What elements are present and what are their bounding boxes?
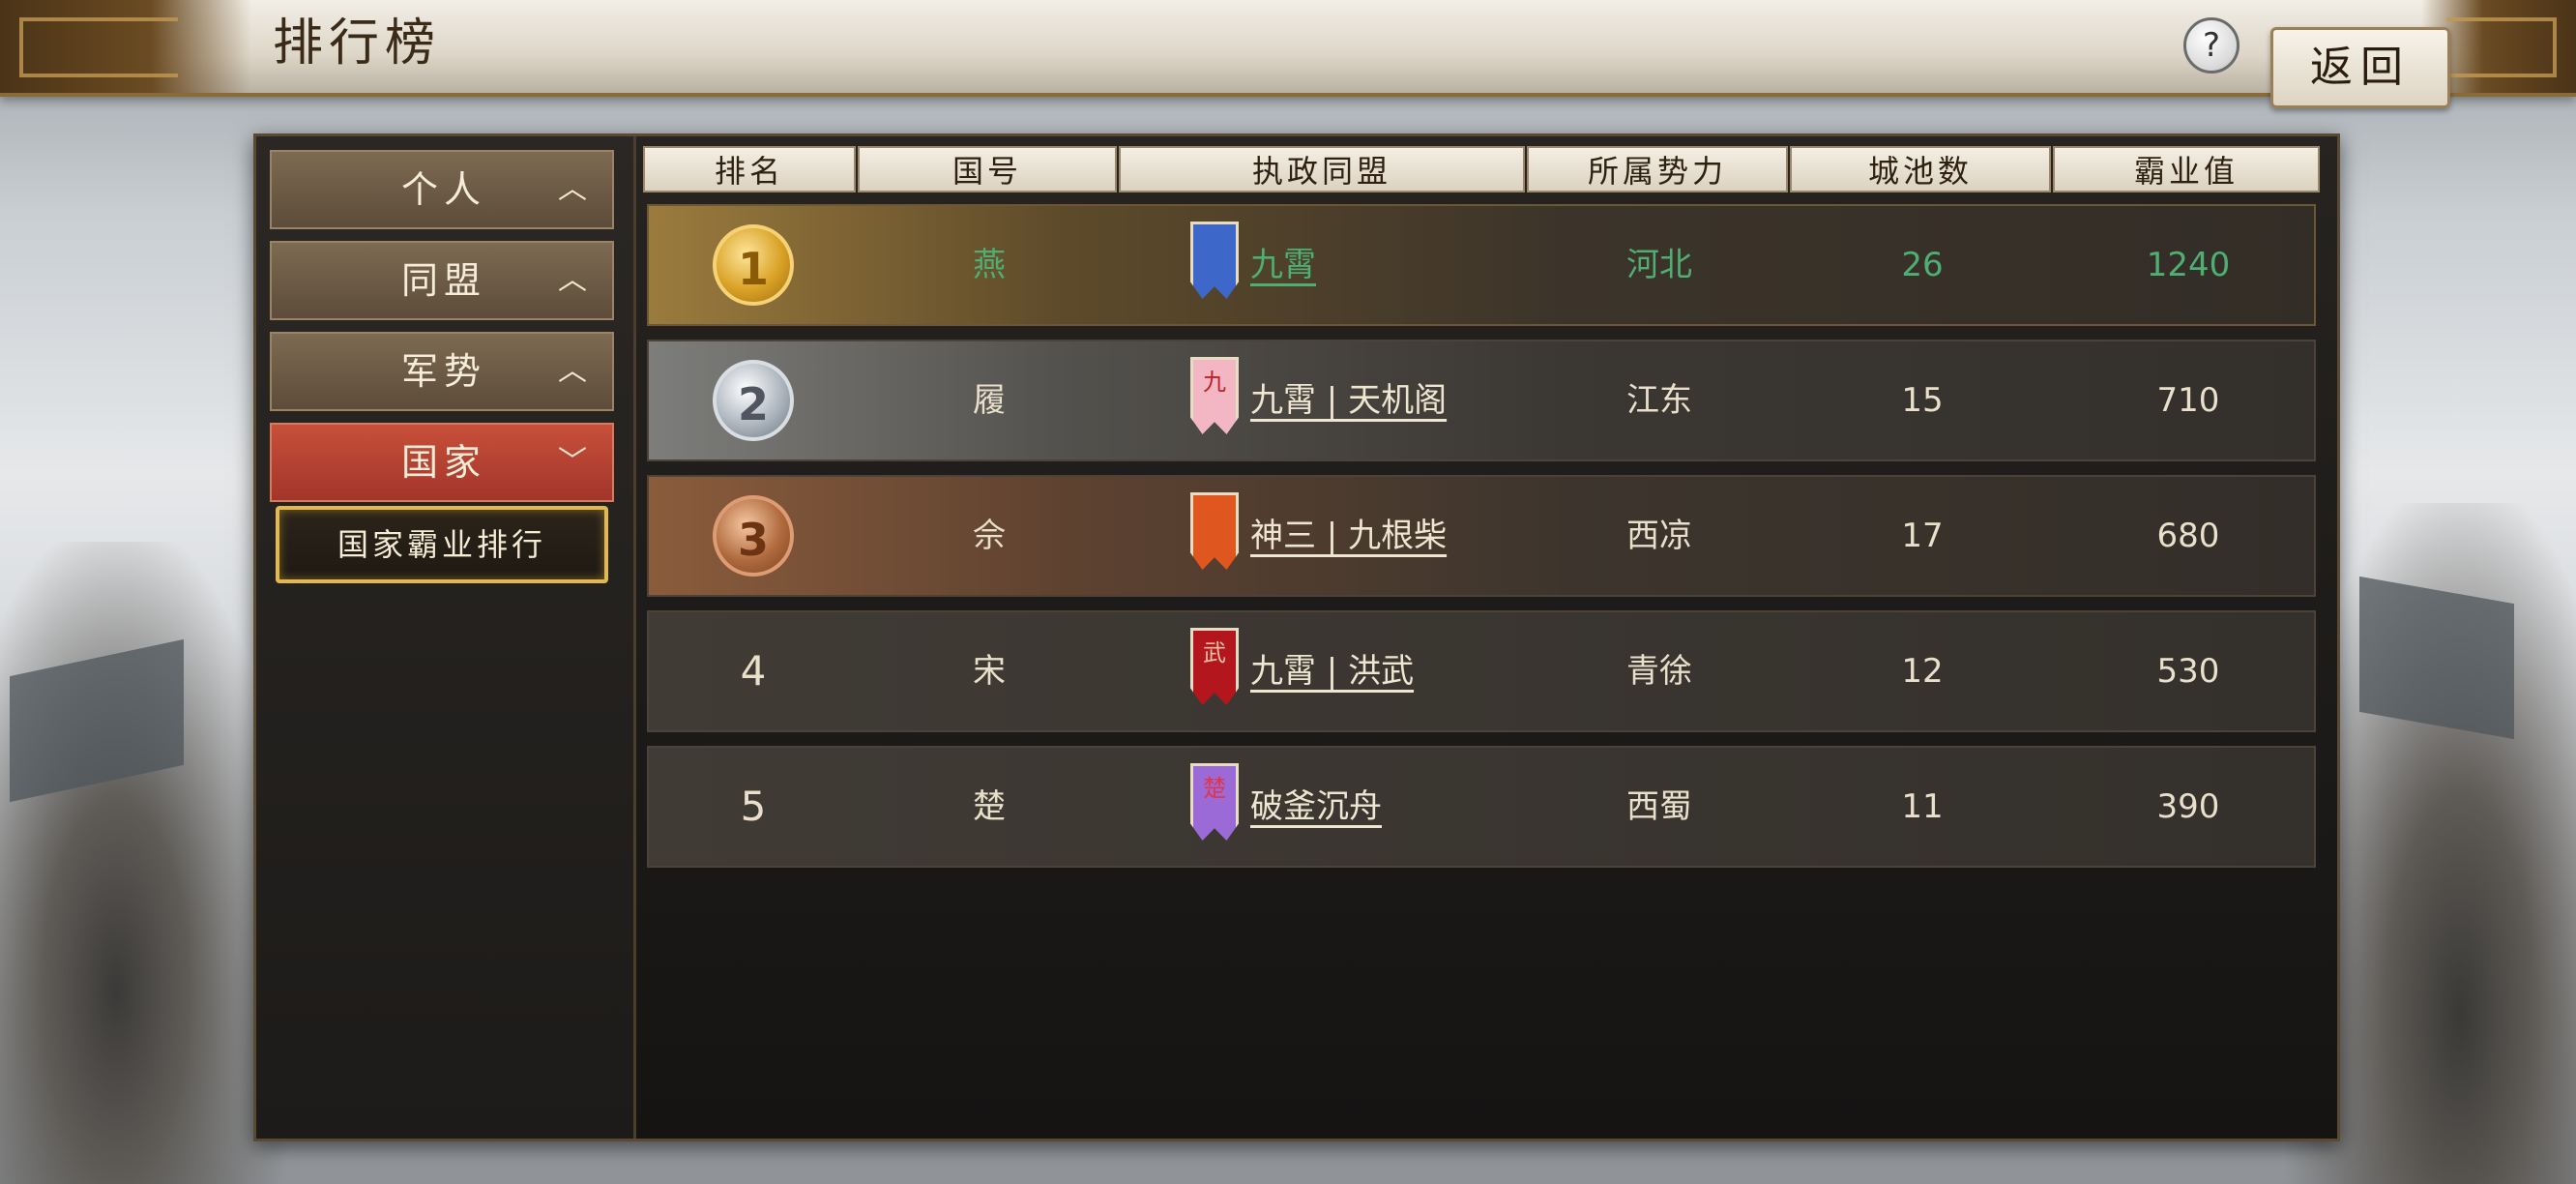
- city-count: 11: [1901, 787, 1944, 826]
- silver-medal-icon: 2: [713, 360, 794, 441]
- country-hegemony-ranking-item[interactable]: 国家霸业排行: [276, 506, 608, 583]
- chevron-up-icon: ︿: [558, 263, 587, 297]
- city-count: 26: [1901, 246, 1944, 284]
- page-title: 排行榜: [273, 15, 442, 73]
- background-warrior-left: [0, 542, 290, 1184]
- table-row[interactable]: 1 燕 九霄 河北 26 1240: [647, 204, 2316, 326]
- hegemony-value: 390: [2156, 787, 2220, 826]
- hegemony-value: 710: [2156, 381, 2220, 420]
- alliance-link[interactable]: 九霄: [1250, 206, 1316, 324]
- column-header-faction: 所属势力: [1527, 146, 1788, 192]
- chevron-up-icon: ︿: [558, 354, 587, 388]
- bronze-medal-icon: 3: [713, 495, 794, 577]
- city-count: 15: [1901, 381, 1944, 420]
- alliance-link[interactable]: 破釜沉舟: [1250, 748, 1382, 866]
- faction-name: 青徐: [1626, 652, 1692, 691]
- help-button[interactable]: ?: [2183, 17, 2239, 74]
- category-sidebar: 个人 ︿ 同盟 ︿ 军势 ︿ 国家 ﹀ 国家霸业排行: [256, 136, 636, 1139]
- faction-name: 江东: [1626, 381, 1692, 420]
- table-row[interactable]: 3 佘 神三 | 九根柴 西凉 17 680: [647, 475, 2316, 597]
- header-ornament-left: [0, 0, 251, 93]
- hegemony-value: 1240: [2146, 246, 2231, 284]
- alliance-banner-icon: 楚: [1190, 763, 1239, 841]
- back-button[interactable]: 返回: [2270, 27, 2450, 108]
- column-header-hegemony-value: 霸业值: [2053, 146, 2320, 192]
- table-row[interactable]: 5 楚 楚 破釜沉舟 西蜀 11 390: [647, 746, 2316, 868]
- rank-number: 4: [740, 647, 767, 695]
- alliance-link[interactable]: 神三 | 九根柴: [1250, 477, 1447, 595]
- column-header-ruling-alliance: 执政同盟: [1119, 146, 1525, 192]
- alliance-banner-icon: [1190, 492, 1239, 570]
- chevron-down-icon: ﹀: [558, 445, 587, 479]
- alliance-banner-icon: [1190, 222, 1239, 299]
- column-header-cities: 城池数: [1790, 146, 2051, 192]
- country-name: 佘: [973, 517, 1006, 555]
- faction-name: 西蜀: [1626, 787, 1692, 826]
- country-name: 宋: [973, 652, 1006, 691]
- ranking-panel: 个人 ︿ 同盟 ︿ 军势 ︿ 国家 ﹀ 国家霸业排行 排名 国号 执政同盟 所属…: [253, 133, 2340, 1141]
- faction-name: 西凉: [1626, 517, 1692, 555]
- country-name: 楚: [973, 787, 1006, 826]
- table-row[interactable]: 2 履 九 九霄 | 天机阁 江东 15 710: [647, 340, 2316, 461]
- tab-alliance[interactable]: 同盟 ︿: [270, 241, 614, 320]
- alliance-banner-icon: 武: [1190, 628, 1239, 705]
- alliance-link[interactable]: 九霄 | 洪武: [1250, 612, 1414, 730]
- city-count: 17: [1901, 517, 1944, 555]
- question-mark-icon: ?: [2202, 26, 2221, 65]
- country-name: 燕: [973, 246, 1006, 284]
- table-row[interactable]: 4 宋 武 九霄 | 洪武 青徐 12 530: [647, 610, 2316, 732]
- tab-personal[interactable]: 个人 ︿: [270, 150, 614, 229]
- background-flag: [2359, 576, 2514, 740]
- rank-number: 5: [740, 783, 767, 830]
- column-header-rank: 排名: [643, 146, 856, 192]
- alliance-banner-icon: 九: [1190, 357, 1239, 434]
- city-count: 12: [1901, 652, 1944, 691]
- hegemony-value: 530: [2156, 652, 2220, 691]
- hegemony-value: 680: [2156, 517, 2220, 555]
- country-name: 履: [973, 381, 1006, 420]
- column-header-country: 国号: [858, 146, 1117, 192]
- tab-military[interactable]: 军势 ︿: [270, 332, 614, 411]
- gold-medal-icon: 1: [713, 224, 794, 306]
- top-bar: 排行榜 ?: [0, 0, 2576, 97]
- chevron-up-icon: ︿: [558, 172, 587, 206]
- alliance-link[interactable]: 九霄 | 天机阁: [1250, 341, 1447, 459]
- tab-country[interactable]: 国家 ﹀: [270, 423, 614, 502]
- faction-name: 河北: [1626, 246, 1692, 284]
